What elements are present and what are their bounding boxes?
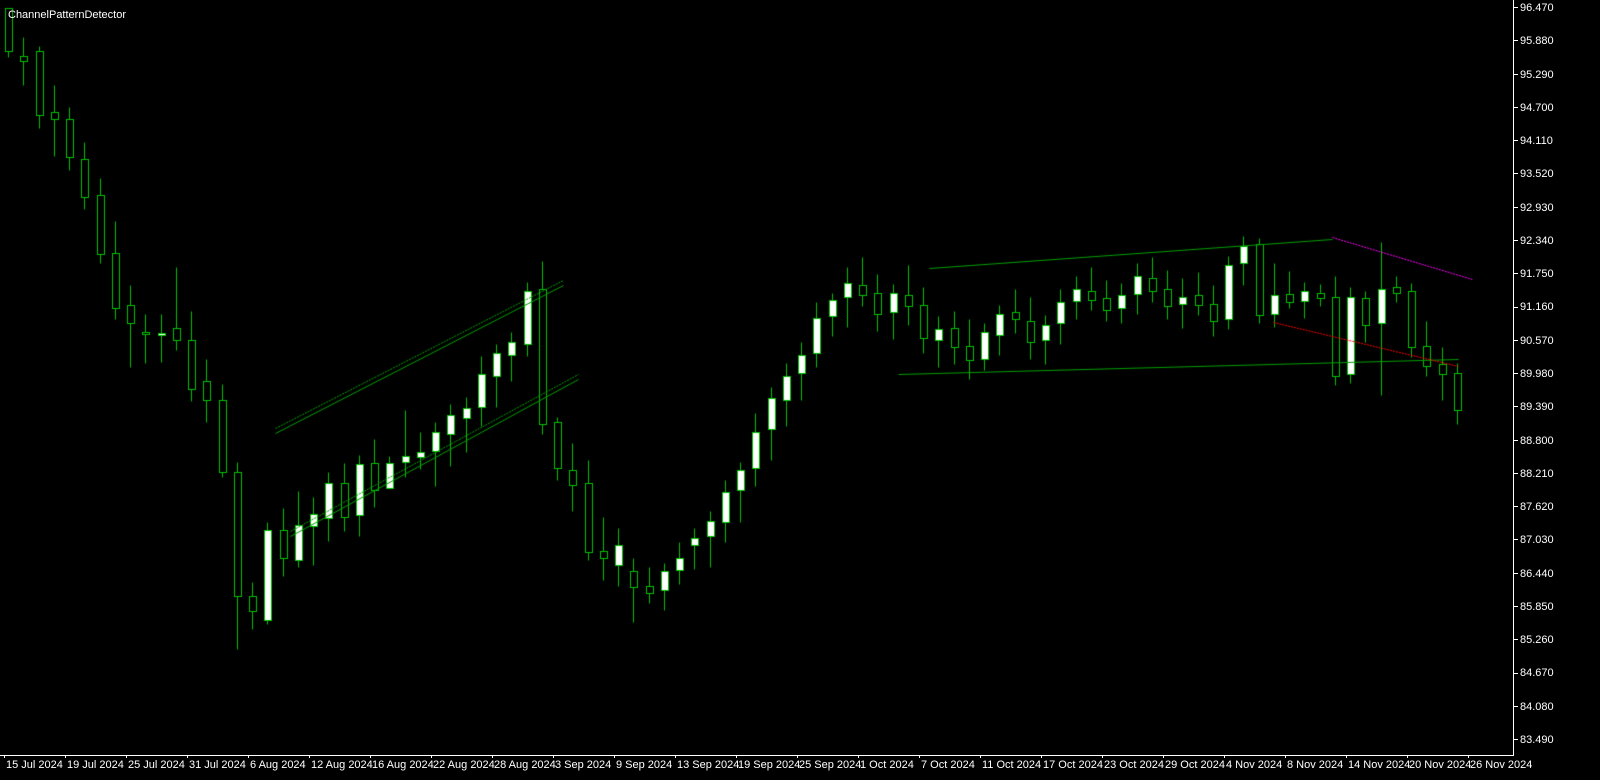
time-axis-line bbox=[0, 755, 1514, 756]
price-axis-line bbox=[1513, 0, 1514, 756]
chart-window[interactable]: ChannelPatternDetector 96.470 95.880 95.29… bbox=[0, 0, 1600, 780]
candlestick-chart-canvas[interactable] bbox=[0, 0, 1600, 780]
